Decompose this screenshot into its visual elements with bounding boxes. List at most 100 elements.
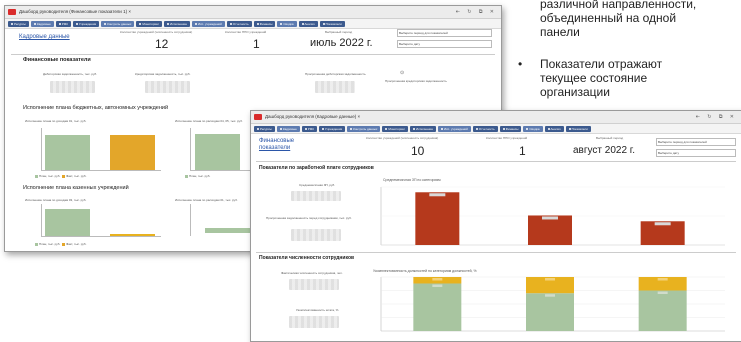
menu-dot-icon	[322, 22, 325, 25]
kadr-data-link[interactable]: Кадровые данные	[19, 34, 70, 40]
front-toolbar-button-2[interactable]: РМК	[301, 125, 317, 132]
slide-line-3: панели	[540, 25, 580, 39]
menu-dot-icon	[475, 127, 478, 130]
salary-data-label	[654, 222, 671, 226]
front-window-title: Дашборд руководителя (Кадровые данные) ×	[265, 114, 361, 119]
back-toolbar-button-10[interactable]: Сводка	[277, 20, 297, 27]
front-kpi3-value: август 2022 г.	[573, 145, 635, 156]
front-toolbar-button-8[interactable]: Отчетность	[472, 125, 498, 132]
slide-bullet-2: • Показатели отражают текущее состояние …	[518, 57, 738, 99]
front-kpi1-label: Количество учреждений (численность сотру…	[366, 136, 439, 140]
front-toolbar-button-3[interactable]: Учреждения	[318, 125, 346, 132]
menu-dot-icon	[11, 22, 13, 25]
salary-sub1: Среднемесячная ЗП, руб.	[299, 183, 336, 187]
menu-dot-icon	[256, 22, 259, 25]
staff-bar-segment	[413, 283, 462, 331]
back-window-title: Дашборд руководителя (Финансовые показат…	[19, 9, 131, 14]
staff-data-label	[432, 284, 443, 287]
app-logo-icon	[8, 9, 16, 15]
menu-dot-icon	[195, 22, 198, 25]
staff-chart	[380, 276, 725, 332]
front-toolbar-button-6[interactable]: Исполнение	[410, 125, 437, 132]
menu-dot-icon	[75, 22, 78, 25]
menu-dot-icon	[229, 22, 232, 25]
back-kaz-sub1: Исполнение плана по доходам 03, тыс. руб…	[25, 198, 87, 202]
front-titlebar: Дашборд руководителя (Кадровые данные) ×…	[251, 111, 741, 124]
back-period-select[interactable]: Выберите период для показателей	[397, 29, 492, 37]
salary-sub2: Просроченная задолженность перед сотрудн…	[266, 216, 352, 220]
menu-dot-icon	[167, 22, 170, 25]
staff-data-label	[657, 291, 668, 294]
front-kpi1-value: 10	[411, 144, 425, 158]
back-toolbar-button-6[interactable]: Исполнение	[164, 20, 191, 27]
staff-bar-segment	[638, 290, 687, 331]
front-kpi2-label: Количество ППО учреждений	[486, 136, 528, 140]
bullet2-line-3: организации	[540, 85, 610, 99]
back-exec-bar-plan-2	[195, 134, 240, 170]
back-kpi2-label: Количество ППО учреждений	[225, 30, 267, 34]
front-toolbar-button-10[interactable]: Сводка	[523, 125, 543, 132]
back-date-select[interactable]: Выберите дату	[397, 40, 492, 48]
menu-dot-icon	[279, 127, 282, 130]
fin-indicators-link-2[interactable]: показатели	[259, 145, 290, 151]
back-toolbar-button-3[interactable]: Учреждения	[72, 20, 100, 27]
menu-dot-icon	[58, 22, 61, 25]
salary-chart	[380, 186, 725, 246]
back-toolbar-button-8[interactable]: Отчетность	[226, 20, 252, 27]
salary-bar	[528, 215, 572, 245]
fin-indicators-link-1[interactable]: Финансовые	[259, 138, 294, 144]
bullet2-line-1: Показатели отражают	[540, 57, 663, 71]
staff-bar-segment	[526, 293, 574, 331]
front-toolbar-button-1[interactable]: Кадровые	[276, 125, 300, 132]
salary-bar	[415, 192, 460, 245]
app-logo-icon	[254, 114, 262, 120]
back-toolbar-button-7[interactable]: Исп. учреждений	[192, 20, 225, 27]
slide-line-2: объединенный на одной	[540, 11, 677, 25]
back-kpi3-value: июль 2022 г.	[310, 37, 373, 49]
back-toolbar-button-4[interactable]: Контроль данных	[101, 20, 135, 27]
menu-dot-icon	[547, 127, 550, 130]
back-info-icon[interactable]: ⊙	[400, 70, 404, 76]
menu-dot-icon	[502, 127, 505, 130]
salary-data-label	[542, 216, 558, 220]
window-controls-icon[interactable]: ⇤ ↻ ⧉ ✕	[696, 111, 737, 123]
menu-dot-icon	[104, 22, 107, 25]
front-kpi2-value: 1	[519, 144, 526, 158]
front-toolbar-button-11[interactable]: Анализ	[544, 125, 564, 132]
menu-dot-icon	[413, 127, 416, 130]
front-toolbar-button-7[interactable]: Исп. учреждений	[438, 125, 471, 132]
back-kaz-bar-fact	[110, 234, 155, 236]
front-toolbar-button-4[interactable]: Контроль данных	[347, 125, 381, 132]
back-legend-1: План, тыс. руб. Факт, тыс. руб.	[35, 174, 86, 178]
back-kaz-hbar	[205, 228, 253, 233]
staff-data-label	[432, 278, 443, 281]
back-toolbar-button-9[interactable]: Финансы	[253, 20, 276, 27]
back-fin-sub2: Кредиторская задолженность, тыс. руб.	[135, 72, 191, 76]
back-toolbar-button-0[interactable]: Ресурсы	[8, 20, 29, 27]
back-legend-2: План, тыс. руб.	[185, 174, 210, 178]
front-period-select[interactable]: Выберите период для показателей	[656, 138, 736, 146]
back-exec-bar-fact	[110, 135, 155, 170]
back-toolbar-button-2[interactable]: РМК	[55, 20, 71, 27]
front-toolbar-button-0[interactable]: Ресурсы	[254, 125, 275, 132]
slide-text-top: различной направленности, объединенный н…	[540, 0, 740, 39]
back-toolbar-button-12[interactable]: Показатели	[319, 20, 345, 27]
menu-dot-icon	[441, 127, 444, 130]
front-toolbar-button-12[interactable]: Показатели	[565, 125, 591, 132]
back-toolbar-button-5[interactable]: Мониторинг	[136, 20, 163, 27]
window-controls-icon[interactable]: ⇤ ↻ ⧉ ✕	[456, 6, 497, 18]
staff-sub2: Укомплектованность штата, %	[296, 308, 339, 312]
menu-dot-icon	[350, 127, 353, 130]
front-toolbar-button-9[interactable]: Финансы	[499, 125, 522, 132]
salary-section-title: Показатели по заработной плате сотрудник…	[259, 165, 374, 171]
back-titlebar: Дашборд руководителя (Финансовые показат…	[5, 6, 501, 19]
front-toolbar: Ресурсы Кадровые РМК Учреждения Контроль дан…	[251, 124, 741, 134]
bullet2-line-2: текущее состояние	[540, 71, 648, 85]
back-toolbar-button-11[interactable]: Анализ	[298, 20, 318, 27]
front-date-select[interactable]: Выберите дату	[656, 149, 736, 157]
back-toolbar-button-1[interactable]: Кадровые	[30, 20, 54, 27]
menu-dot-icon	[568, 127, 571, 130]
front-toolbar-button-5[interactable]: Мониторинг	[382, 125, 409, 132]
back-kaz-bar-plan	[45, 209, 90, 236]
back-kaz-title: Исполнение плана казенных учреждений	[23, 185, 129, 191]
